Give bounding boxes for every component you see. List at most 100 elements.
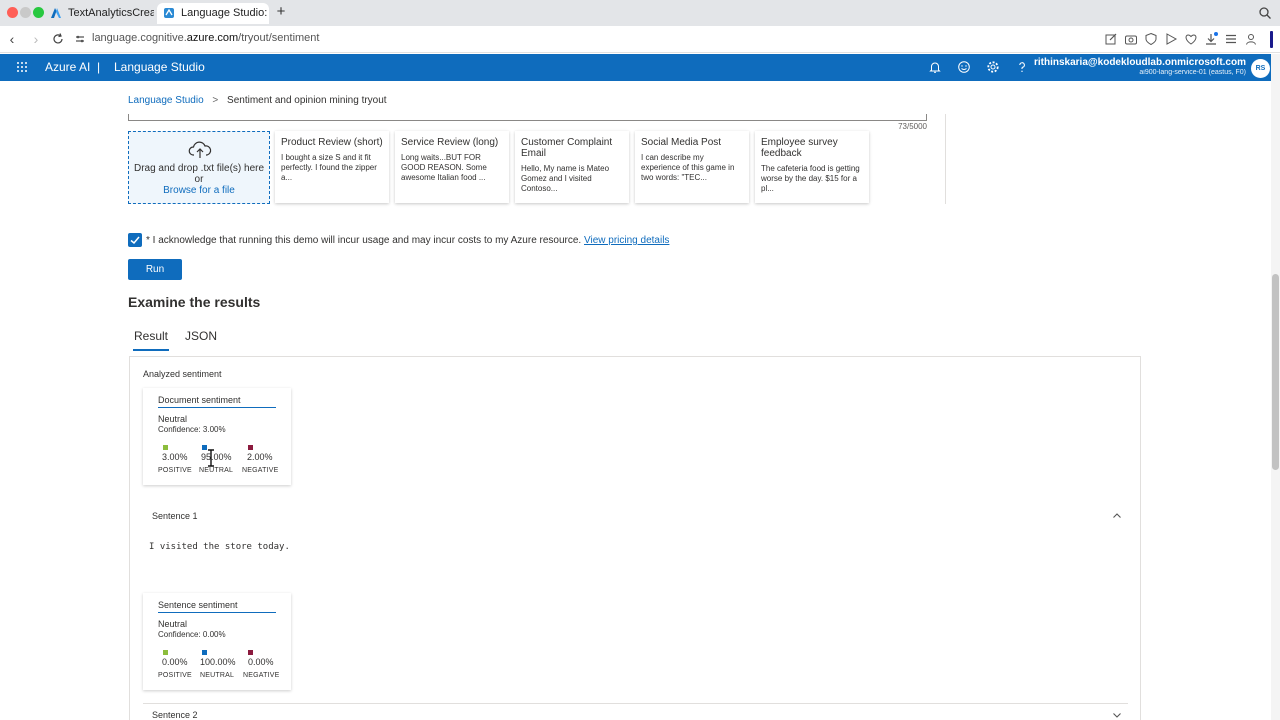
sidebar-toggle[interactable] — [1270, 31, 1273, 48]
sample-card-customer-complaint[interactable]: Customer Complaint Email Hello, My name … — [515, 131, 629, 203]
edit-icon[interactable] — [1104, 32, 1118, 46]
sample-card-product-review[interactable]: Product Review (short) I bought a size S… — [275, 131, 389, 203]
tab-result[interactable]: Result — [134, 329, 168, 343]
user-resource: ai900-lang-service-01 (eastus, F0) — [1139, 69, 1246, 76]
url-prefix: language.cognitive. — [92, 32, 187, 44]
neutral-caption: NEUTRAL — [199, 467, 234, 474]
file-dropzone[interactable]: Drag and drop .txt file(s) here or Brows… — [128, 131, 270, 204]
acknowledge-checkbox[interactable] — [128, 233, 142, 247]
negative-value: 0.00% — [248, 657, 274, 667]
chevron-down-icon[interactable] — [1112, 710, 1122, 720]
help-icon[interactable] — [1015, 60, 1029, 74]
browser-tab-language-studio[interactable]: Language Studio: Senti… — [157, 3, 269, 24]
sentence-1-heading[interactable]: Sentence 1 — [152, 511, 198, 521]
url-path: /tryout/sentiment — [238, 32, 320, 44]
negative-swatch — [248, 650, 253, 655]
camera-icon[interactable] — [1124, 32, 1138, 46]
forward-icon[interactable]: › — [28, 31, 44, 47]
negative-caption: NEGATIVE — [242, 467, 279, 474]
positive-value: 0.00% — [162, 657, 188, 667]
tab-json[interactable]: JSON — [185, 329, 217, 343]
tab-title: Language Studio: Senti… — [181, 7, 269, 19]
sample-card-employee-survey[interactable]: Employee survey feedback The cafeteria f… — [755, 131, 869, 203]
download-icon[interactable] — [1204, 32, 1218, 46]
profile-icon[interactable] — [1244, 32, 1258, 46]
positive-swatch — [163, 445, 168, 450]
character-counter: 73/5000 — [898, 122, 927, 131]
maximize-window-button[interactable] — [33, 7, 44, 18]
text-cursor-icon — [208, 449, 214, 467]
sample-card-social-media[interactable]: Social Media Post I can describe my expe… — [635, 131, 749, 203]
document-sentiment-card: Document sentiment Neutral Confidence: 3… — [143, 388, 291, 485]
sample-body: Hello, My name is Mateo Gomez and I visi… — [521, 164, 610, 193]
neutral-swatch — [202, 650, 207, 655]
language-studio-icon — [164, 8, 174, 18]
url-domain: azure.com — [186, 32, 239, 44]
browse-file-link[interactable]: Browse for a file — [129, 185, 269, 196]
bell-icon[interactable] — [928, 60, 942, 74]
breadcrumb-separator: > — [212, 95, 219, 106]
shield-icon[interactable] — [1144, 32, 1158, 46]
sample-title: Customer Complaint Email — [521, 137, 613, 159]
sentence-1-text: I visited the store today. — [149, 542, 290, 552]
confidence-text: Confidence: 3.00% — [158, 425, 226, 434]
sample-card-service-review[interactable]: Service Review (long) Long waits...BUT F… — [395, 131, 509, 203]
cloud-upload-icon — [188, 141, 212, 158]
user-account[interactable]: rithinskaria@kodekloudlab.onmicrosoft.co… — [1034, 57, 1246, 76]
sentence-2-heading[interactable]: Sentence 2 — [152, 710, 198, 720]
negative-value: 2.00% — [247, 452, 273, 462]
heart-icon[interactable] — [1184, 32, 1198, 46]
sample-body: The cafeteria food is getting worse by t… — [761, 164, 860, 193]
gear-icon[interactable] — [986, 60, 1000, 74]
dropzone-or: or — [194, 174, 204, 185]
sample-title: Product Review (short) — [281, 137, 383, 148]
sample-title: Employee survey feedback — [761, 137, 838, 159]
user-email: rithinskaria@kodekloudlab.onmicrosoft.co… — [1033, 57, 1246, 68]
close-window-button[interactable] — [7, 7, 18, 18]
neutral-value: 95.00% — [201, 452, 232, 462]
url-field[interactable]: language.cognitive.azure.com/tryout/sent… — [92, 32, 319, 44]
reload-icon[interactable] — [51, 32, 65, 46]
menu-icon[interactable] — [1224, 32, 1238, 46]
app-header: Azure AI | Language Studio rithinskaria@… — [0, 54, 1271, 81]
back-icon[interactable]: ‹ — [4, 31, 20, 47]
sentiment-label: Neutral — [158, 619, 188, 629]
brand-link[interactable]: Azure AI — [45, 60, 90, 74]
sentiment-label: Neutral — [158, 414, 188, 424]
site-info-icon[interactable] — [74, 32, 86, 46]
confidence-text: Confidence: 0.00% — [158, 630, 226, 639]
sample-body: I bought a size S and it fit perfectly. … — [281, 153, 377, 182]
tab-search-icon[interactable] — [1258, 6, 1272, 20]
positive-caption: POSITIVE — [158, 467, 192, 474]
sample-body: Long waits...BUT FOR GOOD REASON. Some a… — [401, 153, 487, 182]
play-icon[interactable] — [1164, 32, 1178, 46]
sample-title: Service Review (long) — [401, 137, 499, 148]
chevron-up-icon[interactable] — [1112, 511, 1122, 521]
azure-icon — [51, 8, 61, 18]
card-title: Document sentiment — [158, 395, 276, 408]
pricing-details-link[interactable]: View pricing details — [584, 235, 669, 246]
neutral-value: 100.00% — [200, 657, 236, 667]
product-link[interactable]: Language Studio — [114, 60, 205, 74]
active-tab-indicator — [133, 349, 169, 351]
sample-title: Social Media Post — [641, 137, 722, 148]
tab-title: TextAnalyticsCreate-20… — [68, 7, 154, 19]
browser-tab-text-analytics[interactable]: TextAnalyticsCreate-20… — [44, 3, 154, 24]
address-bar: ‹ › language.cognitive.azure.com/tryout/… — [0, 26, 1280, 53]
positive-caption: POSITIVE — [158, 672, 192, 679]
breadcrumb-root[interactable]: Language Studio — [128, 95, 204, 106]
minimize-window-button[interactable] — [20, 7, 31, 18]
scrollbar-thumb[interactable] — [1272, 274, 1279, 470]
negative-caption: NEGATIVE — [243, 672, 280, 679]
dropzone-instruction: Drag and drop .txt file(s) here — [133, 163, 265, 174]
app-launcher-icon[interactable] — [16, 61, 28, 73]
avatar[interactable]: RS — [1251, 59, 1270, 78]
positive-swatch — [163, 650, 168, 655]
sentence-divider — [143, 703, 1128, 704]
run-button[interactable]: Run — [128, 259, 182, 280]
sentence-sentiment-card: Sentence sentiment Neutral Confidence: 0… — [143, 593, 291, 690]
input-textarea[interactable] — [128, 114, 927, 121]
new-tab-icon[interactable]: + — [273, 4, 289, 20]
feedback-smiley-icon[interactable] — [957, 60, 971, 74]
acknowledge-label: * I acknowledge that running this demo w… — [146, 235, 669, 246]
